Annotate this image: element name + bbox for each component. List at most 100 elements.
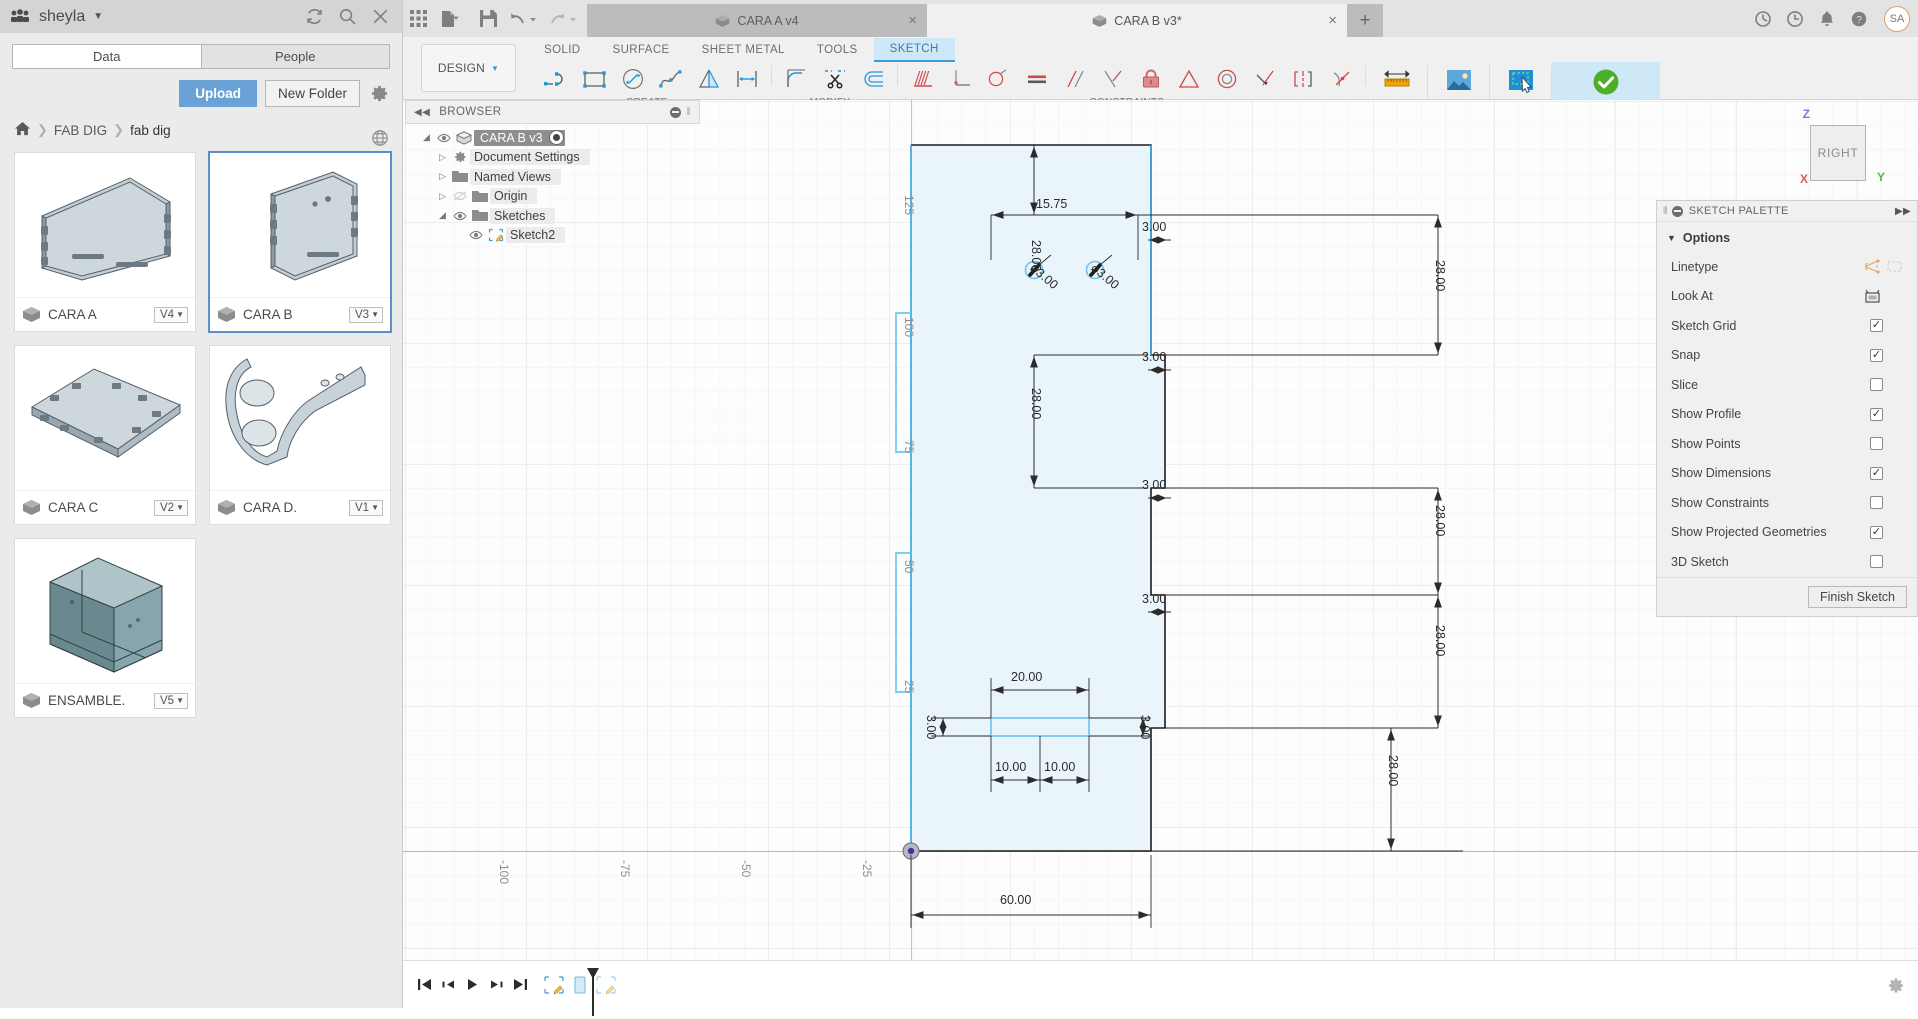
dimension-overall-width[interactable]: 60.00 — [1000, 893, 1031, 907]
step-back-icon[interactable] — [437, 971, 459, 999]
eye-icon[interactable] — [434, 133, 454, 143]
eye-icon[interactable] — [466, 230, 486, 240]
new-folder-button[interactable]: New Folder — [265, 80, 360, 107]
version-badge[interactable]: V3▼ — [349, 307, 383, 323]
tab-people[interactable]: People — [202, 44, 391, 69]
upload-button[interactable]: Upload — [179, 80, 257, 107]
dimension-bottom-right-span[interactable]: 28.00 — [1433, 625, 1447, 656]
radio-icon[interactable] — [549, 130, 564, 145]
tab-tools[interactable]: TOOLS — [801, 38, 874, 62]
browser-node-origin[interactable]: ▷ Origin — [405, 187, 700, 207]
grid-apps-icon[interactable] — [403, 0, 433, 37]
tab-data[interactable]: Data — [12, 44, 202, 69]
new-file-icon[interactable] — [433, 0, 473, 37]
breadcrumb-fab-dig-current[interactable]: fab dig — [130, 123, 171, 138]
collinear-icon[interactable] — [942, 62, 980, 95]
show-points-checkbox[interactable] — [1870, 437, 1883, 450]
dimension-slot-half-right[interactable]: 10.00 — [1044, 760, 1075, 774]
slice-checkbox[interactable] — [1870, 378, 1883, 391]
close-icon[interactable] — [368, 5, 392, 29]
show-projected-geometries-checkbox[interactable] — [1870, 526, 1883, 539]
collapse-icon[interactable]: ◀◀ — [414, 107, 430, 118]
look-at-icon[interactable] — [1861, 286, 1883, 306]
version-badge[interactable]: V2▼ — [154, 500, 188, 516]
exp and-icon[interactable]: ▶▶ — [1895, 206, 1911, 217]
show-dimensions-checkbox[interactable] — [1870, 467, 1883, 480]
browser-node-named-views[interactable]: ▷ Named Views — [405, 167, 700, 187]
three-d-sketch-checkbox[interactable] — [1870, 555, 1883, 568]
version-badge[interactable]: V1▼ — [349, 500, 383, 516]
timeline-playhead[interactable] — [586, 968, 600, 1019]
save-icon[interactable] — [473, 0, 503, 37]
rectangle-icon[interactable] — [576, 62, 614, 95]
gear-icon[interactable] — [1886, 976, 1906, 996]
curvature-icon[interactable] — [1322, 62, 1360, 95]
help-icon[interactable]: ? — [1844, 0, 1874, 37]
line-icon[interactable] — [538, 62, 576, 95]
sketch-canvas[interactable]: 28.00 15.75 ⌀3.00 ⌀3.00 3.00 28.00 3.00 … — [403, 100, 1918, 1008]
document-tab-cara-b[interactable]: CARA B v3* × — [927, 4, 1347, 37]
browser-node-sketches[interactable]: ◢ Sketches — [405, 206, 700, 226]
go-end-icon[interactable] — [509, 971, 531, 999]
version-badge[interactable]: V5▼ — [154, 693, 188, 709]
dimension-tab1-gap[interactable]: 28.00 — [1433, 260, 1447, 291]
avatar[interactable]: SA — [1884, 6, 1910, 32]
offset-dim-icon[interactable] — [728, 62, 766, 95]
offset-icon[interactable] — [854, 62, 892, 95]
browser-node-cara-b[interactable]: ◢ CARA B v3 — [405, 128, 700, 148]
dimension-tab4-width[interactable]: 3.00 — [1142, 592, 1166, 606]
dimension-lowest-span[interactable]: 28.00 — [1386, 755, 1400, 786]
gear-icon[interactable] — [368, 83, 390, 105]
expand-arrow-icon[interactable]: ▷ — [435, 191, 450, 202]
show-profile-checkbox[interactable] — [1870, 408, 1883, 421]
file-card-cara-a[interactable]: CARA A V4▼ — [14, 152, 196, 332]
show-constraints-checkbox[interactable] — [1870, 496, 1883, 509]
tab-sketch[interactable]: SKETCH — [874, 38, 955, 62]
dimension-tab1-width[interactable]: 3.00 — [1142, 220, 1166, 234]
search-icon[interactable] — [335, 5, 359, 29]
breadcrumb-fab-dig-root[interactable]: FAB DIG — [54, 123, 107, 138]
construction-line-icon[interactable] — [1861, 257, 1883, 277]
grip-icon[interactable]: ⦀ — [686, 107, 691, 118]
dimension-slot-length[interactable]: 20.00 — [1011, 670, 1042, 684]
options-section-header[interactable]: ▼ Options — [1657, 228, 1917, 252]
coincident-icon[interactable] — [904, 62, 942, 95]
snap-checkbox[interactable] — [1870, 349, 1883, 362]
midpoint-icon[interactable] — [1246, 62, 1284, 95]
spline-icon[interactable] — [652, 62, 690, 95]
fillet-icon[interactable] — [778, 62, 816, 95]
browser-node-sketch2[interactable]: Sketch2 — [405, 226, 700, 246]
ground-icon[interactable] — [980, 62, 1018, 95]
dimension-slot-half-left[interactable]: 10.00 — [995, 760, 1026, 774]
dimension-tab3-width[interactable]: 3.00 — [1142, 478, 1166, 492]
mirror-icon[interactable] — [690, 62, 728, 95]
document-tab-cara-a[interactable]: CARA A v4 × — [587, 4, 927, 37]
expand-arrow-icon[interactable]: ◢ — [435, 210, 450, 221]
step-forward-icon[interactable] — [485, 971, 507, 999]
tab-solid[interactable]: SOLID — [528, 38, 597, 62]
minimize-icon[interactable] — [670, 107, 681, 118]
redo-icon[interactable] — [543, 0, 583, 37]
tab-sheet-metal[interactable]: SHEET METAL — [686, 38, 801, 62]
workspace-menu[interactable]: DESIGN ▼ — [421, 44, 516, 92]
sketch1-feature-icon[interactable] — [541, 972, 567, 998]
job-status-icon[interactable] — [1748, 0, 1778, 37]
concentric-icon[interactable] — [1208, 62, 1246, 95]
play-icon[interactable] — [461, 971, 483, 999]
perpendicular-icon[interactable] — [1094, 62, 1132, 95]
version-badge[interactable]: V4▼ — [154, 307, 188, 323]
sketch-grid-checkbox[interactable] — [1870, 319, 1883, 332]
eye-icon[interactable] — [450, 211, 470, 221]
globe-share-icon[interactable] — [370, 128, 390, 148]
palette-finish-sketch-button[interactable]: Finish Sketch — [1808, 586, 1907, 608]
file-card-cara-c[interactable]: CARA C V2▼ — [14, 345, 196, 525]
fix-lock-icon[interactable] — [1132, 62, 1170, 95]
grip-icon[interactable]: ⦀ — [1663, 206, 1668, 217]
trim-scissors-icon[interactable] — [816, 62, 854, 95]
expand-arrow-icon[interactable]: ◢ — [419, 132, 434, 143]
dimension-slot-height-right[interactable]: 3.00 — [1138, 715, 1152, 739]
dimension-slot-height-left[interactable]: 3.00 — [924, 715, 938, 739]
recent-icon[interactable] — [1780, 0, 1810, 37]
parallel-icon[interactable] — [1056, 62, 1094, 95]
circle-icon[interactable] — [614, 62, 652, 95]
